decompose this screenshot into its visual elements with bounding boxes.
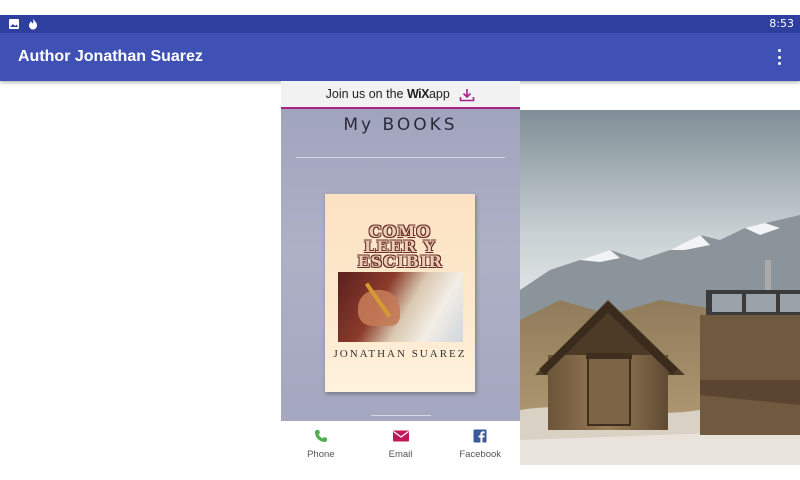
email-icon bbox=[392, 429, 410, 449]
app-bar: Author Jonathan Suarez bbox=[0, 33, 800, 81]
contact-bar: Phone Email Facebook bbox=[281, 421, 520, 465]
wix-banner-app-text: app bbox=[428, 87, 450, 101]
phone-icon bbox=[314, 429, 328, 449]
facebook-label: Facebook bbox=[459, 449, 502, 460]
facebook-icon bbox=[473, 429, 487, 449]
phone-button[interactable]: Phone bbox=[281, 421, 361, 465]
status-bar: 8:53 bbox=[0, 15, 800, 33]
facebook-button[interactable]: Facebook bbox=[440, 421, 520, 465]
book-title-line: ESCIBIR bbox=[357, 252, 443, 271]
book-author: JONATHAN SUAREZ bbox=[333, 348, 467, 360]
book-cover[interactable]: COMO LEER Y ESCIBIR JONATHAN SUAREZ bbox=[325, 194, 475, 392]
book-title: COMO LEER Y ESCIBIR bbox=[325, 224, 475, 271]
status-time: 8:53 bbox=[769, 17, 794, 30]
divider bbox=[296, 157, 505, 158]
more-vert-icon[interactable] bbox=[776, 49, 782, 65]
app-title: Author Jonathan Suarez bbox=[18, 48, 203, 65]
book-cover-photo bbox=[338, 272, 463, 342]
landscape-photo bbox=[520, 110, 800, 465]
email-button[interactable]: Email bbox=[361, 421, 441, 465]
books-heading: My BOOKS bbox=[343, 115, 458, 135]
phone-label: Phone bbox=[307, 449, 335, 460]
wix-brand-logo: WiX bbox=[406, 87, 430, 101]
books-section: My BOOKS COMO LEER Y ESCIBIR JONATHAN SU… bbox=[281, 109, 520, 421]
wix-banner-text: Join us on the bbox=[325, 87, 404, 101]
email-label: Email bbox=[388, 449, 413, 460]
divider bbox=[371, 415, 431, 416]
download-icon[interactable] bbox=[453, 87, 475, 102]
wix-app-banner[interactable]: Join us on the WiXapp bbox=[281, 81, 520, 109]
